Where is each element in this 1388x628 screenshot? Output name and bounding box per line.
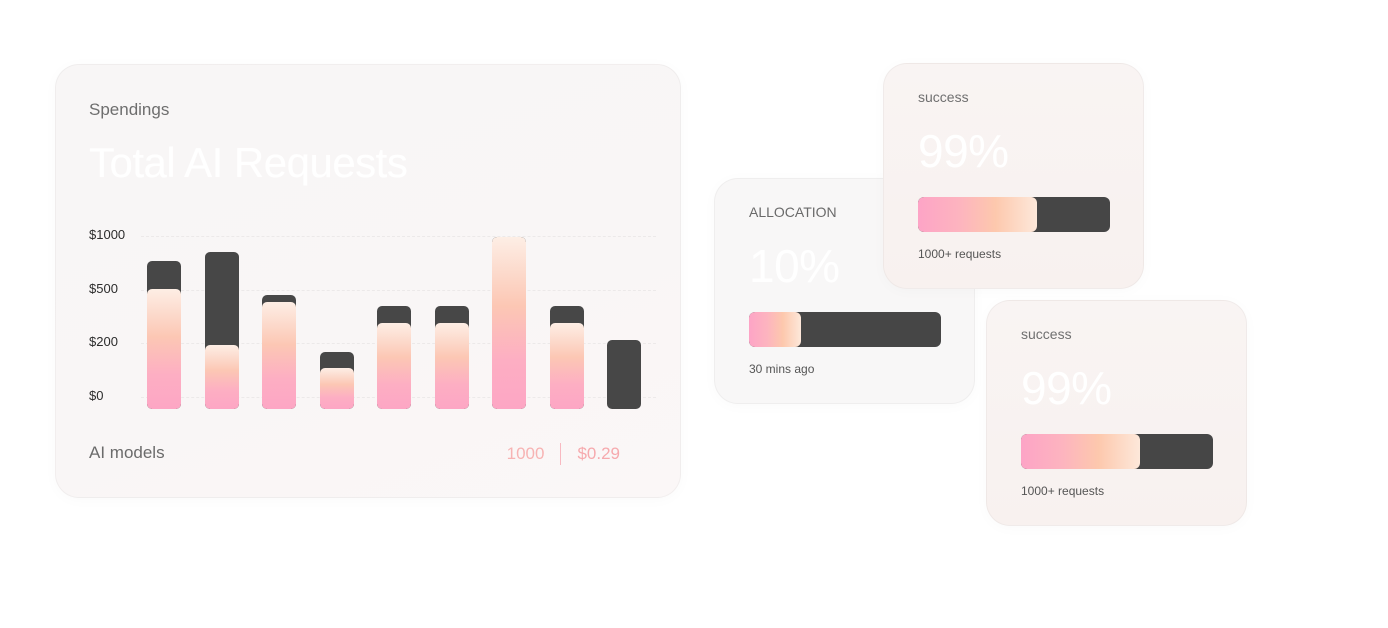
success-value: 99% <box>1021 362 1112 414</box>
spendings-label: Spendings <box>89 100 170 119</box>
requests-count: 1000 <box>506 444 545 463</box>
chart-bar-used <box>549 322 584 409</box>
y-tick-label: $200 <box>89 334 118 349</box>
allocation-timestamp: 30 mins ago <box>749 362 815 376</box>
success-progress-bar <box>918 197 1110 232</box>
y-tick-label: $0 <box>89 388 104 403</box>
allocation-value: 10% <box>749 240 840 292</box>
stats-divider <box>560 443 562 465</box>
chart-bar <box>607 340 641 409</box>
grid-line <box>141 236 656 237</box>
total-ai-requests-heading: Total AI Requests <box>89 139 408 186</box>
success-title: success <box>918 89 969 105</box>
chart-bar-used <box>319 367 354 409</box>
success-requests-count: 1000+ requests <box>1021 484 1105 498</box>
chart-bar <box>549 305 584 409</box>
chart-bar <box>434 305 469 409</box>
chart-bar-used <box>434 322 469 409</box>
spendings-stats: 1000 $0.29 <box>507 443 620 465</box>
success-card: success 99% 1000+ requests <box>883 63 1144 289</box>
chart-bar-used <box>147 288 181 409</box>
chart-bar <box>492 237 526 409</box>
allocation-title: ALLOCATION <box>749 204 837 220</box>
price-value: $0.29 <box>577 444 620 463</box>
spendings-card: Spendings Total AI Requests $1000 $500 $… <box>55 64 681 498</box>
chart-bar <box>377 305 411 409</box>
success-progress-bar <box>1021 434 1213 469</box>
chart-bar-used <box>492 237 526 409</box>
chart-bar <box>204 252 239 409</box>
success-title: success <box>1021 326 1072 342</box>
success-requests-count: 1000+ requests <box>918 247 1002 261</box>
chart-bar-used <box>262 302 296 409</box>
chart-bar-used <box>204 345 239 409</box>
success-value: 99% <box>918 125 1009 177</box>
chart-bar <box>262 295 296 409</box>
y-tick-label: $500 <box>89 281 118 296</box>
chart-bar <box>319 352 354 409</box>
chart-bar-used <box>377 322 411 409</box>
success-card: success 99% 1000+ requests <box>986 300 1247 526</box>
success-progress-fill <box>1021 434 1141 469</box>
success-progress-fill <box>918 197 1038 232</box>
y-tick-label: $1000 <box>89 227 126 242</box>
allocation-progress-bar <box>749 312 941 347</box>
chart-bar <box>147 261 181 409</box>
ai-models-label: AI models <box>89 443 165 462</box>
allocation-progress-fill <box>749 312 801 347</box>
